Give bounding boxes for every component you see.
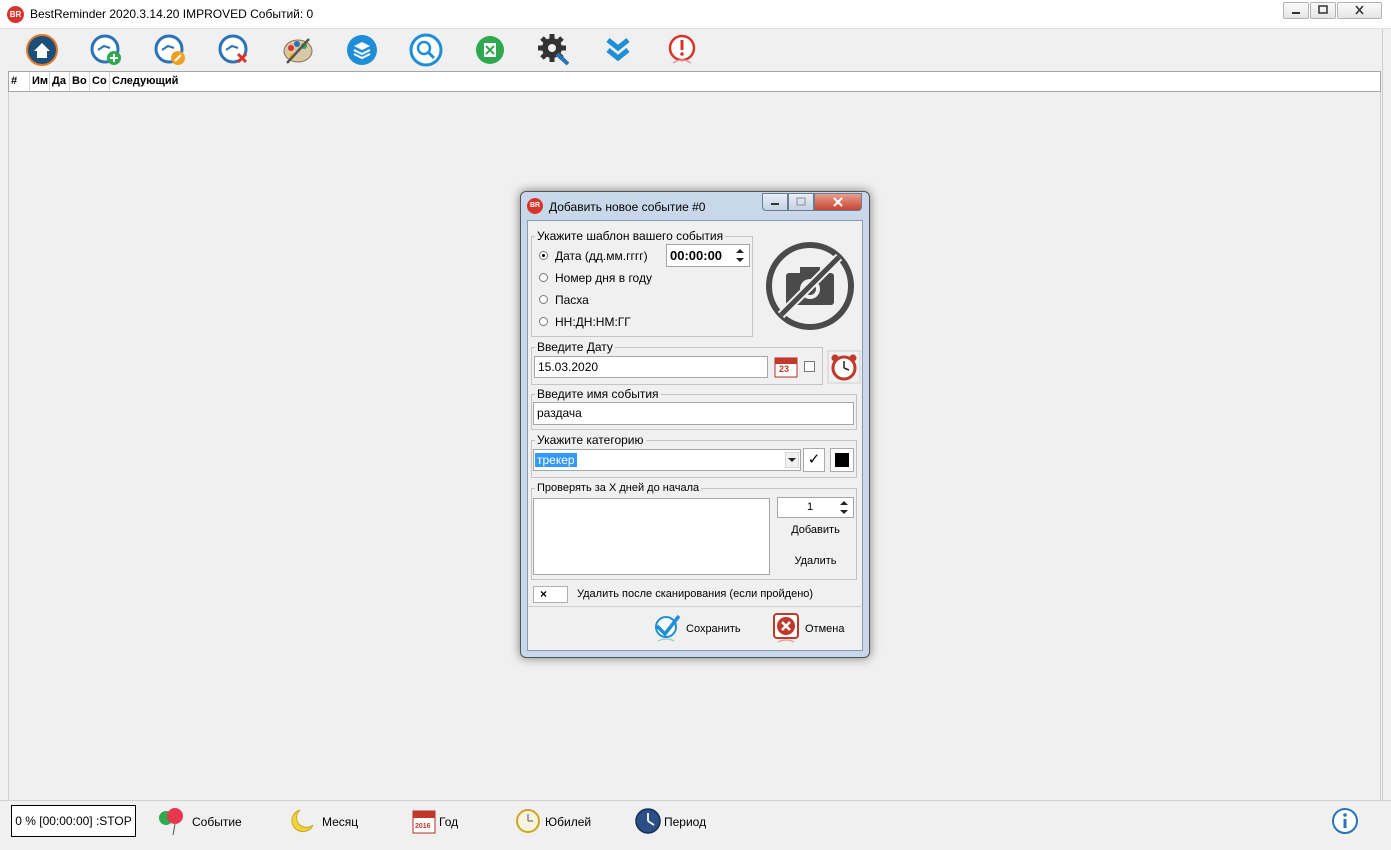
category-value: трекер: [535, 453, 577, 467]
chevron-down-icon[interactable]: [785, 452, 799, 468]
alert-icon[interactable]: [665, 33, 699, 67]
dialog-title: Добавить новое событие #0: [549, 200, 706, 214]
clock-icon: [635, 808, 661, 834]
days-spin-icon[interactable]: [839, 499, 849, 516]
radio-date[interactable]: [539, 251, 548, 260]
filter-event-label: Событие: [192, 815, 242, 829]
column-event[interactable]: Со: [90, 72, 110, 91]
minimize-icon: [1292, 12, 1300, 14]
cancel-label: Отмена: [805, 623, 845, 635]
delete-after-toggle[interactable]: ×: [533, 586, 568, 603]
column-name[interactable]: Им: [30, 72, 50, 91]
info-icon[interactable]: [1331, 807, 1359, 835]
close-icon: [1355, 5, 1364, 15]
confirm-category-button[interactable]: ✓: [803, 448, 825, 472]
app-logo-icon: BR: [7, 6, 24, 23]
days-list[interactable]: [533, 498, 770, 575]
date-checkbox[interactable]: [804, 361, 815, 372]
remove-days-button[interactable]: Удалить: [777, 555, 854, 567]
event-name-input[interactable]: раздача: [533, 402, 854, 425]
moon-icon: [291, 809, 314, 833]
radio-custom[interactable]: [539, 317, 548, 326]
column-time[interactable]: Во: [70, 72, 90, 91]
days-value: 1: [806, 501, 814, 513]
edit-event-icon[interactable]: [153, 33, 187, 67]
delete-after-label: Удалить после сканирования (если пройден…: [577, 588, 814, 600]
settings-icon[interactable]: [537, 33, 571, 67]
date-input[interactable]: 15.03.2020: [534, 356, 768, 378]
divider: [528, 606, 861, 607]
add-event-icon[interactable]: [89, 33, 123, 67]
column-number[interactable]: #: [9, 72, 30, 91]
name-group-label: Введите имя события: [535, 387, 661, 401]
calendar-year-badge: 2016: [415, 823, 431, 830]
dialog-close-button[interactable]: [814, 193, 862, 211]
layers-icon[interactable]: [345, 33, 379, 67]
excel-icon[interactable]: [473, 33, 507, 67]
close-icon: [833, 197, 843, 207]
event-name-value: раздача: [537, 406, 582, 420]
column-next[interactable]: Следующий: [110, 72, 230, 91]
filter-jubilee-button[interactable]: Юбилей: [514, 806, 604, 836]
dialog-minimize-button[interactable]: [762, 193, 788, 211]
checkmark-icon: ✓: [807, 451, 821, 468]
window-title: BestReminder 2020.3.14.20 IMPROVED Событ…: [30, 7, 314, 21]
close-window-button[interactable]: [1337, 2, 1382, 19]
dialog-maximize-button[interactable]: [788, 193, 814, 211]
radio-day-number-label[interactable]: Номер дня в году: [555, 271, 652, 285]
spin-arrows-icon[interactable]: [735, 247, 745, 264]
category-color-button[interactable]: [830, 448, 854, 472]
window-edge: [1382, 29, 1391, 849]
filter-year-label: Год: [439, 815, 459, 829]
color-swatch: [835, 453, 849, 467]
filter-period-button[interactable]: Период: [634, 806, 724, 836]
radio-custom-label[interactable]: НН:ДН:НМ:ГГ: [555, 315, 631, 329]
minimize-button[interactable]: [1283, 2, 1309, 19]
alarm-clock-icon[interactable]: [827, 350, 861, 384]
filter-jubilee-label: Юбилей: [545, 815, 592, 829]
cancel-icon: [773, 613, 799, 643]
minimize-icon: [771, 203, 779, 205]
clock-face-icon: [516, 809, 540, 833]
category-select[interactable]: трекер: [533, 449, 801, 471]
radio-date-label[interactable]: Дата (дд.мм.гггг): [555, 249, 648, 263]
template-group-label: Укажите шаблон вашего события: [535, 229, 726, 243]
calendar-year-icon: [412, 810, 436, 834]
category-group-label: Укажите категорию: [535, 433, 646, 447]
filter-event-button[interactable]: Событие: [156, 806, 256, 836]
delete-event-icon[interactable]: [217, 33, 251, 67]
filter-month-label: Месяц: [322, 815, 359, 829]
home-icon[interactable]: [25, 33, 59, 67]
filter-period-label: Период: [664, 815, 707, 829]
radio-easter-label[interactable]: Пасха: [555, 293, 589, 307]
collapse-icon[interactable]: [601, 33, 635, 67]
date-group-label: Введите Дату: [535, 340, 615, 354]
calendar-badge: 23: [779, 364, 790, 374]
delete-after-mark: ×: [540, 587, 548, 601]
palette-icon[interactable]: [281, 33, 315, 67]
cancel-button[interactable]: Отмена: [772, 612, 857, 646]
dialog-logo-icon: BR: [527, 198, 543, 214]
event-list-header: # Им Да Во Со Следующий: [8, 71, 1381, 92]
save-check-icon: [655, 614, 681, 642]
radio-day-number[interactable]: [539, 273, 548, 282]
balloon-icon: [159, 808, 183, 836]
search-icon[interactable]: [409, 33, 443, 67]
restore-icon: [1318, 5, 1328, 14]
filter-year-button[interactable]: 2016 Год: [410, 806, 480, 836]
column-date[interactable]: Да: [50, 72, 70, 91]
filter-month-button[interactable]: Месяц: [286, 806, 376, 836]
no-photo-icon[interactable]: [764, 240, 856, 332]
progress-status: 0 % [00:00:00] :STOP: [11, 805, 136, 837]
add-days-button[interactable]: Добавить: [777, 524, 854, 536]
radio-easter[interactable]: [539, 295, 548, 304]
date-value: 15.03.2020: [538, 360, 599, 374]
time-value: 00:00:00: [670, 248, 723, 263]
maximize-icon: [796, 197, 806, 206]
days-group-label: Проверять за X дней до начала: [535, 482, 702, 494]
maximize-button[interactable]: [1310, 2, 1336, 19]
save-button[interactable]: Сохранить: [653, 613, 753, 645]
save-label: Сохранить: [686, 623, 741, 635]
